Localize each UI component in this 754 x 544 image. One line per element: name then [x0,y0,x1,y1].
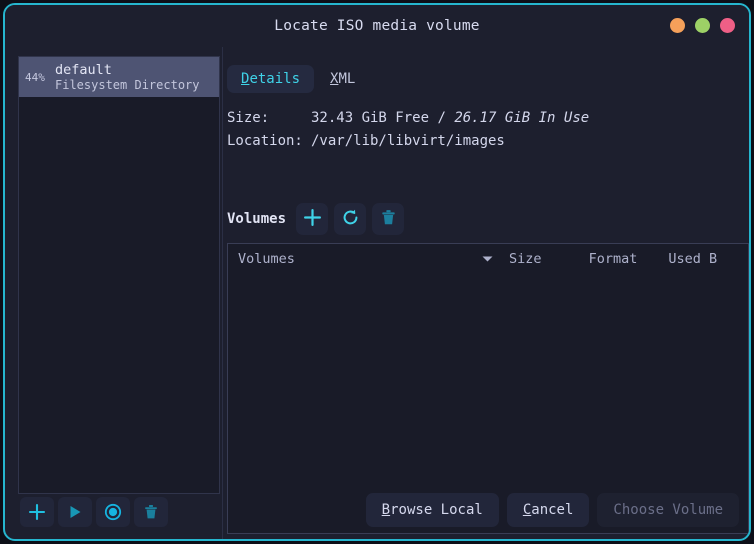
volumes-toolbar: Volumes [227,203,405,235]
window-title: Locate ISO media volume [274,18,480,34]
delete-pool-button[interactable] [134,497,168,527]
start-pool-button[interactable] [58,497,92,527]
cancel-mnemonic: C [522,502,532,518]
list-item[interactable]: 44% default Filesystem Directory [19,57,219,97]
pool-type: Filesystem Directory [55,77,200,92]
dialog-window: Locate ISO media volume 44% default File… [3,3,751,541]
size-in-use-value: 26.17 GiB In Use [454,110,590,126]
column-header-format[interactable]: Format [589,251,669,267]
size-separator: / [429,110,455,126]
stop-icon [104,503,122,521]
volumes-table[interactable]: Volumes Size Format Used B [227,243,749,534]
chevron-down-icon [482,251,493,267]
pool-info: Size: 32.43 GiB Free / 26.17 GiB In Use L… [227,107,589,153]
trash-icon [379,208,398,230]
browse-local-label: rowse Local [390,502,483,518]
maximize-button[interactable] [695,18,710,33]
pool-name: default [55,61,112,78]
plus-icon [28,503,46,521]
stop-pool-button[interactable] [96,497,130,527]
pool-toolbar [20,497,168,527]
size-row: Size: 32.43 GiB Free / 26.17 GiB In Use [227,107,589,130]
location-value: /var/lib/libvirt/images [311,133,505,150]
refresh-icon [341,208,360,230]
column-header-size[interactable]: Size [509,251,589,267]
choose-volume-button[interactable]: Choose Volume [597,493,739,527]
pool-details-panel: Details XML Size: 32.43 GiB Free / 26.17 … [223,47,749,539]
column-header-volumes-label: Volumes [238,251,295,267]
close-button[interactable] [720,18,735,33]
minimize-button[interactable] [670,18,685,33]
browse-local-button[interactable]: Browse Local [365,493,499,527]
location-label: Location: [227,133,303,150]
cancel-button[interactable]: Cancel [506,493,590,527]
column-header-volumes[interactable]: Volumes [238,251,509,267]
window-controls [670,18,735,33]
volumes-section-label: Volumes [227,211,287,227]
plus-icon [303,208,322,230]
volumes-table-header: Volumes Size Format Used B [228,244,748,274]
pool-usage-percent: 44% [25,70,45,84]
create-volume-button[interactable] [296,203,329,235]
dialog-body: 44% default Filesystem Directory Details… [5,47,749,539]
cancel-label: ancel [531,502,574,518]
tab-xml-label: ML [338,71,356,87]
size-free-value: 32.43 GiB Free [311,110,430,126]
play-icon [66,503,84,521]
column-header-used-by[interactable]: Used B [668,251,748,267]
storage-pool-sidebar: 44% default Filesystem Directory [5,47,222,539]
tab-details[interactable]: Details [227,65,315,93]
storage-pool-list[interactable]: 44% default Filesystem Directory [18,56,220,494]
dialog-actions: Browse Local Cancel Choose Volume [365,493,739,527]
browse-local-mnemonic: B [381,502,391,518]
tab-bar: Details XML [227,65,369,93]
size-label: Size: [227,110,270,126]
location-row: Location: /var/lib/libvirt/images [227,130,589,153]
delete-volume-button[interactable] [372,203,405,235]
add-pool-button[interactable] [20,497,54,527]
tab-details-label: etails [249,71,301,87]
tab-xml[interactable]: XML [316,65,369,93]
trash-icon [142,503,160,521]
refresh-volumes-button[interactable] [334,203,367,235]
title-bar: Locate ISO media volume [5,5,749,47]
